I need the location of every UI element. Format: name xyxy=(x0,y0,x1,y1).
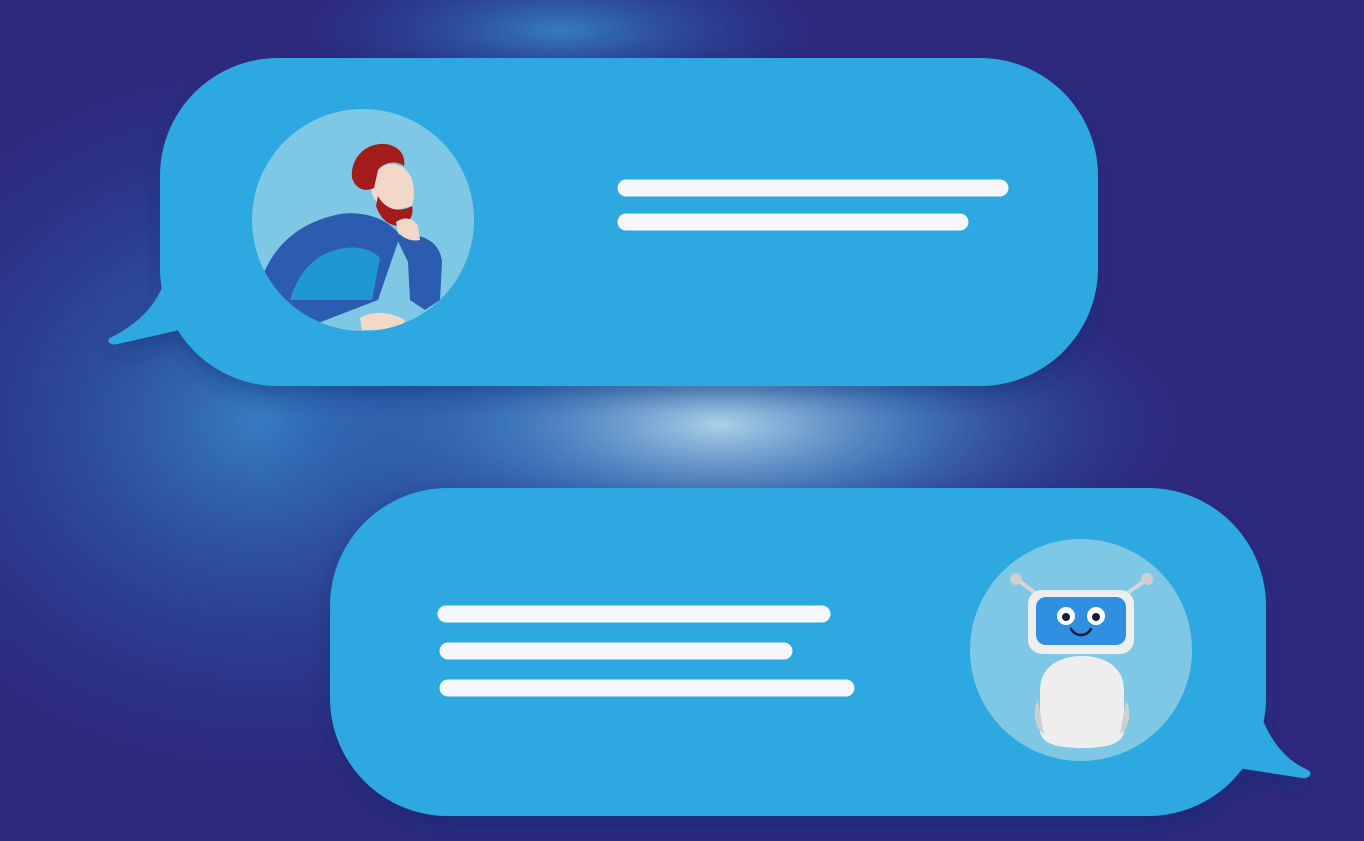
chat-illustration xyxy=(0,0,1364,841)
user-avatar xyxy=(252,109,474,331)
bot-avatar xyxy=(970,539,1192,761)
